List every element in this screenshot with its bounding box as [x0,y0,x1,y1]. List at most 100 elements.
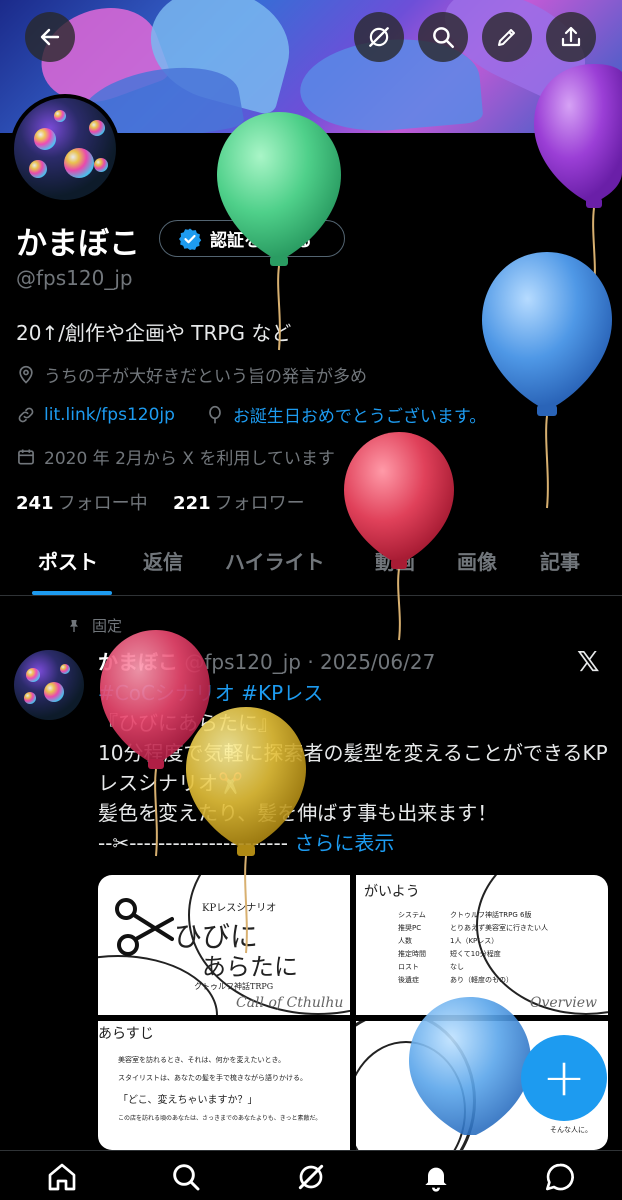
overview-key: 推奨PC [398,924,422,932]
search-icon [173,1164,200,1191]
overview-key: ロスト [398,963,419,971]
avatar-bubble [34,128,56,150]
grok-icon [369,27,389,47]
profile-links-row: lit.link/fps120jp お誕生日おめでとうございます。 [16,402,486,427]
notifications-icon [425,1167,447,1192]
tab-replies[interactable]: 返信 [143,546,183,575]
active-tab-indicator [32,591,112,595]
balloon-lightblue [409,997,531,1135]
overview-key: システム [398,911,426,919]
following-link[interactable]: 241 フォロー中 [16,493,148,514]
share-icon [561,26,581,47]
synopsis-line2: スタイリストは、あなたの髪を手で梳きながら語りかける。 [118,1074,307,1082]
overview-value: あり（軽度のもの） [450,976,513,984]
search-button[interactable] [418,12,468,62]
avatar-bubble [44,682,64,702]
profile-tabs: ポスト 返信 ハイライト 動画 画像 記事 [0,530,622,596]
pencil-icon [498,29,515,46]
cover-caption: クトゥルフ神話TRPG [194,982,274,991]
profile-handle: @fps120_jp [16,266,133,290]
birthday-text[interactable]: お誕生日おめでとうございます。 [233,402,486,427]
location-text: うちの子が大好きだという旨の発言が多め [44,367,367,387]
overview-row: システム クトゥルフ神話TRPG 6版 [398,909,548,922]
nav-home[interactable] [42,1157,82,1197]
location-pin-icon [19,365,33,384]
post-image-synopsis[interactable]: あらすじ 美容室を訪れるとき、それは、何かを変えたいとき。 スタイリストは、あな… [98,1021,350,1150]
followers-label: フォロワー [214,493,305,514]
scissors-icon [115,898,174,956]
post-date: · 2025/06/27 [307,650,436,674]
overview-value: 1人（KPレス） [450,937,499,945]
cover-footer: Call of Cthulhu [236,995,344,1011]
link-icon [18,407,34,422]
followers-link[interactable]: 221 フォロワー [173,493,305,514]
tab-posts[interactable]: ポスト [38,546,98,575]
overview-footer: Overview [530,995,598,1011]
overview-row: 後遺症 あり（軽度のもの） [398,974,548,987]
overview-row: ロスト なし [398,961,548,974]
nav-search[interactable] [166,1157,206,1197]
profile-name: かまぼこ [16,226,140,262]
following-count: 241 [16,493,54,514]
balloon-birthday-icon [209,405,221,423]
share-button[interactable] [546,12,596,62]
joined-text: 2020 年 2月から X を利用しています [44,449,335,469]
calendar-icon [18,449,34,464]
overview-key: 人数 [398,937,412,945]
synopsis-line3: この店を訪れる頃のあなたは、さっきまでのあなたよりも、きっと素敵だ。 [118,1115,322,1122]
overview-row: 推奨PC とりあえず美容室に行きたい人 [398,922,548,935]
search-icon [433,27,454,48]
back-arrow-icon [40,28,60,46]
target-label: そんな人に。 [550,1126,592,1134]
profile-website-link[interactable]: lit.link/fps120jp [44,405,175,425]
followers-count: 221 [173,493,211,514]
x-logo-icon: 𝕏 [577,645,600,678]
follow-counts: 241 フォロー中 221 フォロワー [16,489,305,515]
nav-notifications[interactable] [416,1157,456,1197]
balloon-yellow [186,707,306,954]
overview-value: 短くて10分程度 [450,950,501,958]
tab-articles[interactable]: 記事 [540,546,580,575]
overview-key: 後遺症 [398,976,419,984]
balloon-red [344,432,454,641]
avatar-bubble [29,160,47,178]
overview-key: 推定時間 [398,950,426,958]
pin-icon [70,619,78,632]
following-label: フォロー中 [57,493,148,514]
balloon-blue [482,252,612,509]
profile-avatar[interactable] [10,94,120,204]
verified-badge-icon [179,228,202,250]
avatar-bubble [26,668,40,682]
profile-joined: 2020 年 2月から X を利用しています [16,444,335,469]
home-icon [48,1163,76,1191]
avatar-bubble [24,692,36,704]
messages-icon [546,1163,574,1191]
nav-grok[interactable] [291,1157,331,1197]
tab-highlights[interactable]: ハイライト [225,546,325,575]
avatar-bubble [94,158,108,172]
nav-messages[interactable] [540,1157,580,1197]
back-button[interactable] [25,12,75,62]
tab-media[interactable]: 画像 [457,546,497,575]
avatar-bubble [89,120,105,136]
compose-plus-icon: + [542,1048,586,1108]
grok-icon [298,1164,324,1190]
compose-post-button[interactable]: + [521,1035,607,1121]
overview-value: クトゥルフ神話TRPG 6版 [450,911,532,919]
overview-row: 推定時間 短くて10分程度 [398,948,548,961]
post-avatar[interactable] [14,650,84,720]
avatar-bubble [54,110,66,122]
synopsis-title: あらすじ [98,1026,154,1042]
post-image-overview[interactable]: がいよう システム クトゥルフ神話TRPG 6版推奨PC とりあえず美容室に行きたい… [356,875,608,1015]
overview-value: とりあえず美容室に行きたい人 [450,924,548,932]
balloon-green [217,112,341,351]
edit-button[interactable] [482,12,532,62]
synopsis-line1: 美容室を訪れるとき、それは、何かを変えたいとき。 [118,1056,286,1064]
overview-value: なし [450,963,464,971]
bottom-navigation [0,1150,622,1200]
avatar-bubble [60,664,70,674]
synopsis-quote: 「どこ、変えちゃいますか？」 [118,1095,258,1106]
overview-table: システム クトゥルフ神話TRPG 6版推奨PC とりあえず美容室に行きたい人人数 1人… [398,909,548,987]
overview-title: がいよう [364,884,420,900]
grok-button[interactable] [354,12,404,62]
